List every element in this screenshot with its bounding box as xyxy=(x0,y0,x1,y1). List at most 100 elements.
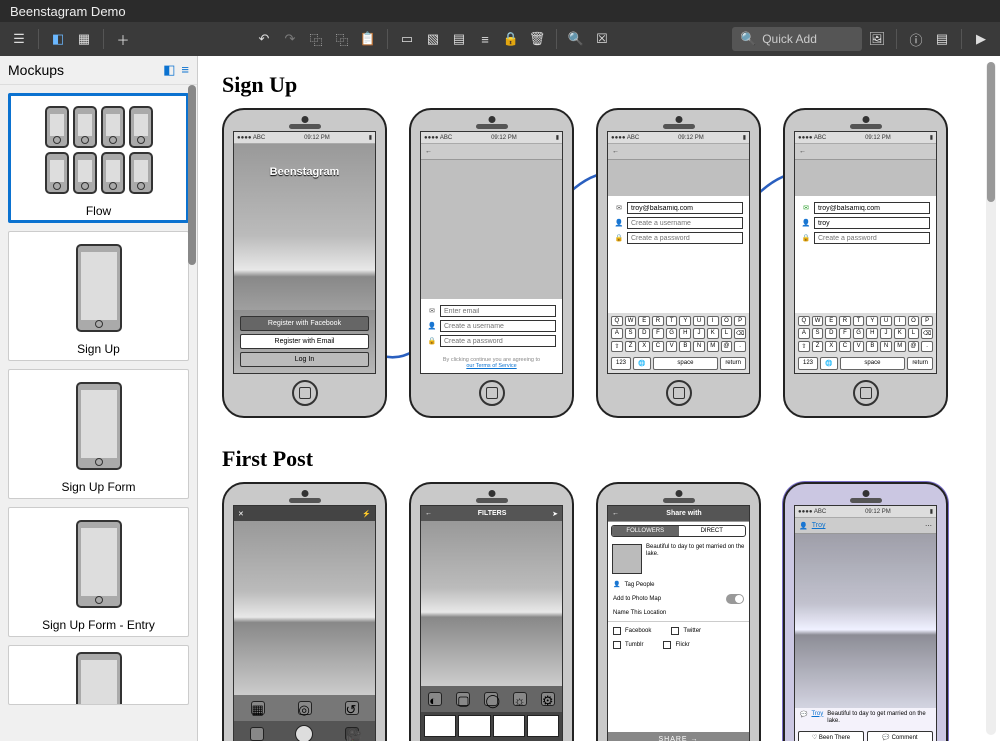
user-icon: 👤 xyxy=(427,322,437,330)
phone-mockup[interactable]: ●●●● ABC09:12 PM▮ Beenstagram Register w… xyxy=(222,108,387,418)
comment-button[interactable]: 💬 Comment xyxy=(867,731,933,741)
keyboard[interactable]: QWERTYUIOP ASDFGHJKL⌫ ⇧ZXCVBNM@. xyxy=(795,313,936,355)
phone-mockup[interactable]: ✕ ⚡ ▦ ◎ ↺ 🎥 xyxy=(222,482,387,741)
canvas[interactable]: Sign Up ●●●● ABC09:12 PM▮ Beenstagram Re… xyxy=(198,56,1000,741)
grid-view-icon[interactable]: ▦ xyxy=(73,28,95,50)
markup-toggle-icon[interactable]: ☒ xyxy=(591,28,613,50)
name-location-row[interactable]: Name This Location xyxy=(608,607,749,619)
sidebar-scrollbar[interactable] xyxy=(187,85,197,741)
mockup-item-signup-form[interactable]: Sign Up Form xyxy=(8,369,189,499)
tos-link[interactable]: our Terms of Service xyxy=(466,363,516,369)
checkbox-twitter[interactable] xyxy=(671,627,679,635)
phone-mockup[interactable]: ●●●● ABC09:12 PM▮ ← ✉ 👤 🔒 QWERTYUIOP ASD… xyxy=(783,108,948,418)
send-back-icon[interactable]: ≡ xyxy=(474,28,496,50)
back-icon[interactable]: ← xyxy=(799,148,806,155)
back-icon[interactable]: ← xyxy=(425,510,432,517)
copy-icon[interactable]: ⿻ xyxy=(305,28,327,50)
register-facebook-button[interactable]: Register with Facebook xyxy=(240,316,369,331)
sidebar-view-icon[interactable]: ◧ xyxy=(163,62,175,78)
email-field[interactable] xyxy=(440,305,556,317)
email-field[interactable] xyxy=(814,202,930,214)
phone-mockup-selected[interactable]: ●●●● ABC09:12 PM▮ 👤Troy⋯ 💬TroyBeautiful … xyxy=(783,482,948,741)
zoom-icon[interactable]: 🔍 xyxy=(565,28,587,50)
add-icon[interactable]: ＋ xyxy=(112,28,134,50)
share-tabs[interactable]: FOLLOWERSDIRECT xyxy=(611,525,746,537)
login-button[interactable]: Log In xyxy=(240,352,369,367)
share-button[interactable]: SHARE → xyxy=(608,732,749,741)
assets-icon[interactable]: 🖼 xyxy=(866,28,888,50)
home-button[interactable] xyxy=(479,380,505,406)
paste-icon[interactable]: 📋 xyxy=(357,28,379,50)
mockup-item-signup-entry[interactable]: Sign Up Form - Entry xyxy=(8,507,189,637)
password-field[interactable] xyxy=(814,232,930,244)
shutter-button[interactable] xyxy=(295,725,313,741)
phone-mockup[interactable]: ←FILTERS➤ ◐ ▢ ◯ ☼ ⚙ NORMALESPRESSOMACCHI… xyxy=(409,482,574,741)
brightness-icon[interactable]: ☼ xyxy=(513,692,527,706)
back-icon[interactable]: ← xyxy=(612,510,619,517)
notes-icon[interactable]: ▤ xyxy=(931,28,953,50)
username-field[interactable] xyxy=(814,217,930,229)
email-field[interactable] xyxy=(627,202,743,214)
quick-add-search[interactable]: 🔍 xyxy=(732,27,862,51)
mockup-item-flow[interactable]: Flow xyxy=(8,93,189,223)
info-icon[interactable]: ⓘ xyxy=(905,28,927,50)
next-icon[interactable]: ➤ xyxy=(552,510,558,518)
filter-thumbnails[interactable] xyxy=(421,712,562,740)
mockup-item-next[interactable] xyxy=(8,645,189,705)
switch-cam-icon[interactable]: ↺ xyxy=(345,701,359,715)
quick-add-input[interactable] xyxy=(762,32,854,46)
ungroup-icon[interactable]: ▧ xyxy=(422,28,444,50)
group-icon[interactable]: ▭ xyxy=(396,28,418,50)
more-icon[interactable]: ⋯ xyxy=(925,522,932,530)
checkbox-tumblr[interactable] xyxy=(613,641,621,649)
duplicate-icon[interactable]: ⿻ xyxy=(331,28,353,50)
username-field[interactable] xyxy=(627,217,743,229)
phone-mockup[interactable]: ●●●● ABC09:12 PM▮ ← ✉ 👤 🔒 By clicking co… xyxy=(409,108,574,418)
photo-map-row[interactable]: Add to Photo Map xyxy=(608,591,749,607)
home-button[interactable] xyxy=(292,380,318,406)
lock-icon[interactable]: 🔒 xyxy=(500,28,522,50)
flash-icon[interactable]: ⚡ xyxy=(362,510,371,518)
phone-mockup[interactable]: ←Share with FOLLOWERSDIRECT Beautiful to… xyxy=(596,482,761,741)
hamburger-menu-icon[interactable]: ☰ xyxy=(8,28,30,50)
keyboard[interactable]: QWERTYUIOP ASDFGHJKL⌫ ⇧ZXCVBNM@. xyxy=(608,313,749,355)
settings-icon[interactable]: ⚙ xyxy=(541,692,555,706)
grid-icon[interactable]: ▦ xyxy=(251,701,265,715)
home-button[interactable] xyxy=(853,380,879,406)
contrast-icon[interactable]: ◐ xyxy=(428,692,442,706)
username-field[interactable] xyxy=(440,320,556,332)
video-icon[interactable]: 🎥 xyxy=(345,727,359,741)
caption-text[interactable]: Beautiful to day to get married on the l… xyxy=(646,544,745,574)
home-button[interactable] xyxy=(666,380,692,406)
focus-icon[interactable]: ◎ xyxy=(298,701,312,715)
password-field[interactable] xyxy=(440,335,556,347)
mockup-label: Sign Up xyxy=(77,342,120,356)
toggle-switch[interactable] xyxy=(726,594,744,604)
back-icon[interactable]: ← xyxy=(612,148,619,155)
present-icon[interactable]: ▶ xyxy=(970,28,992,50)
phone-mockup[interactable]: ●●●● ABC09:12 PM▮ ← ✉ 👤 🔒 QWERTYUIOP ASD… xyxy=(596,108,761,418)
tag-people-row[interactable]: 👤Tag People xyxy=(608,578,749,591)
password-field[interactable] xyxy=(627,232,743,244)
undo-icon[interactable]: ↶ xyxy=(253,28,275,50)
comment-user[interactable]: Troy xyxy=(811,711,823,725)
feed-username[interactable]: Troy xyxy=(812,522,826,529)
checkbox-flickr[interactable] xyxy=(663,641,671,649)
border-icon[interactable]: ▢ xyxy=(456,692,470,706)
gallery-icon[interactable] xyxy=(250,727,264,741)
back-icon[interactable]: ← xyxy=(425,148,432,155)
bring-front-icon[interactable]: ▤ xyxy=(448,28,470,50)
sidebar-list-icon[interactable]: ≡ xyxy=(181,62,189,78)
toggle-sidebar-icon[interactable]: ◧ xyxy=(47,28,69,50)
redo-icon[interactable]: ↷ xyxy=(279,28,301,50)
mail-icon: ✉ xyxy=(427,307,437,315)
delete-icon[interactable]: 🗑 xyxy=(526,28,548,50)
mockup-item-signup[interactable]: Sign Up xyxy=(8,231,189,361)
been-there-button[interactable]: ♡ Been There xyxy=(798,731,864,741)
mockup-list[interactable]: Flow Sign Up Sign Up Form Sign Up Form -… xyxy=(0,85,197,741)
canvas-scrollbar[interactable] xyxy=(986,62,996,735)
blur-icon[interactable]: ◯ xyxy=(484,692,498,706)
checkbox-facebook[interactable] xyxy=(613,627,621,635)
close-icon[interactable]: ✕ xyxy=(238,510,244,518)
register-email-button[interactable]: Register with Email xyxy=(240,334,369,349)
